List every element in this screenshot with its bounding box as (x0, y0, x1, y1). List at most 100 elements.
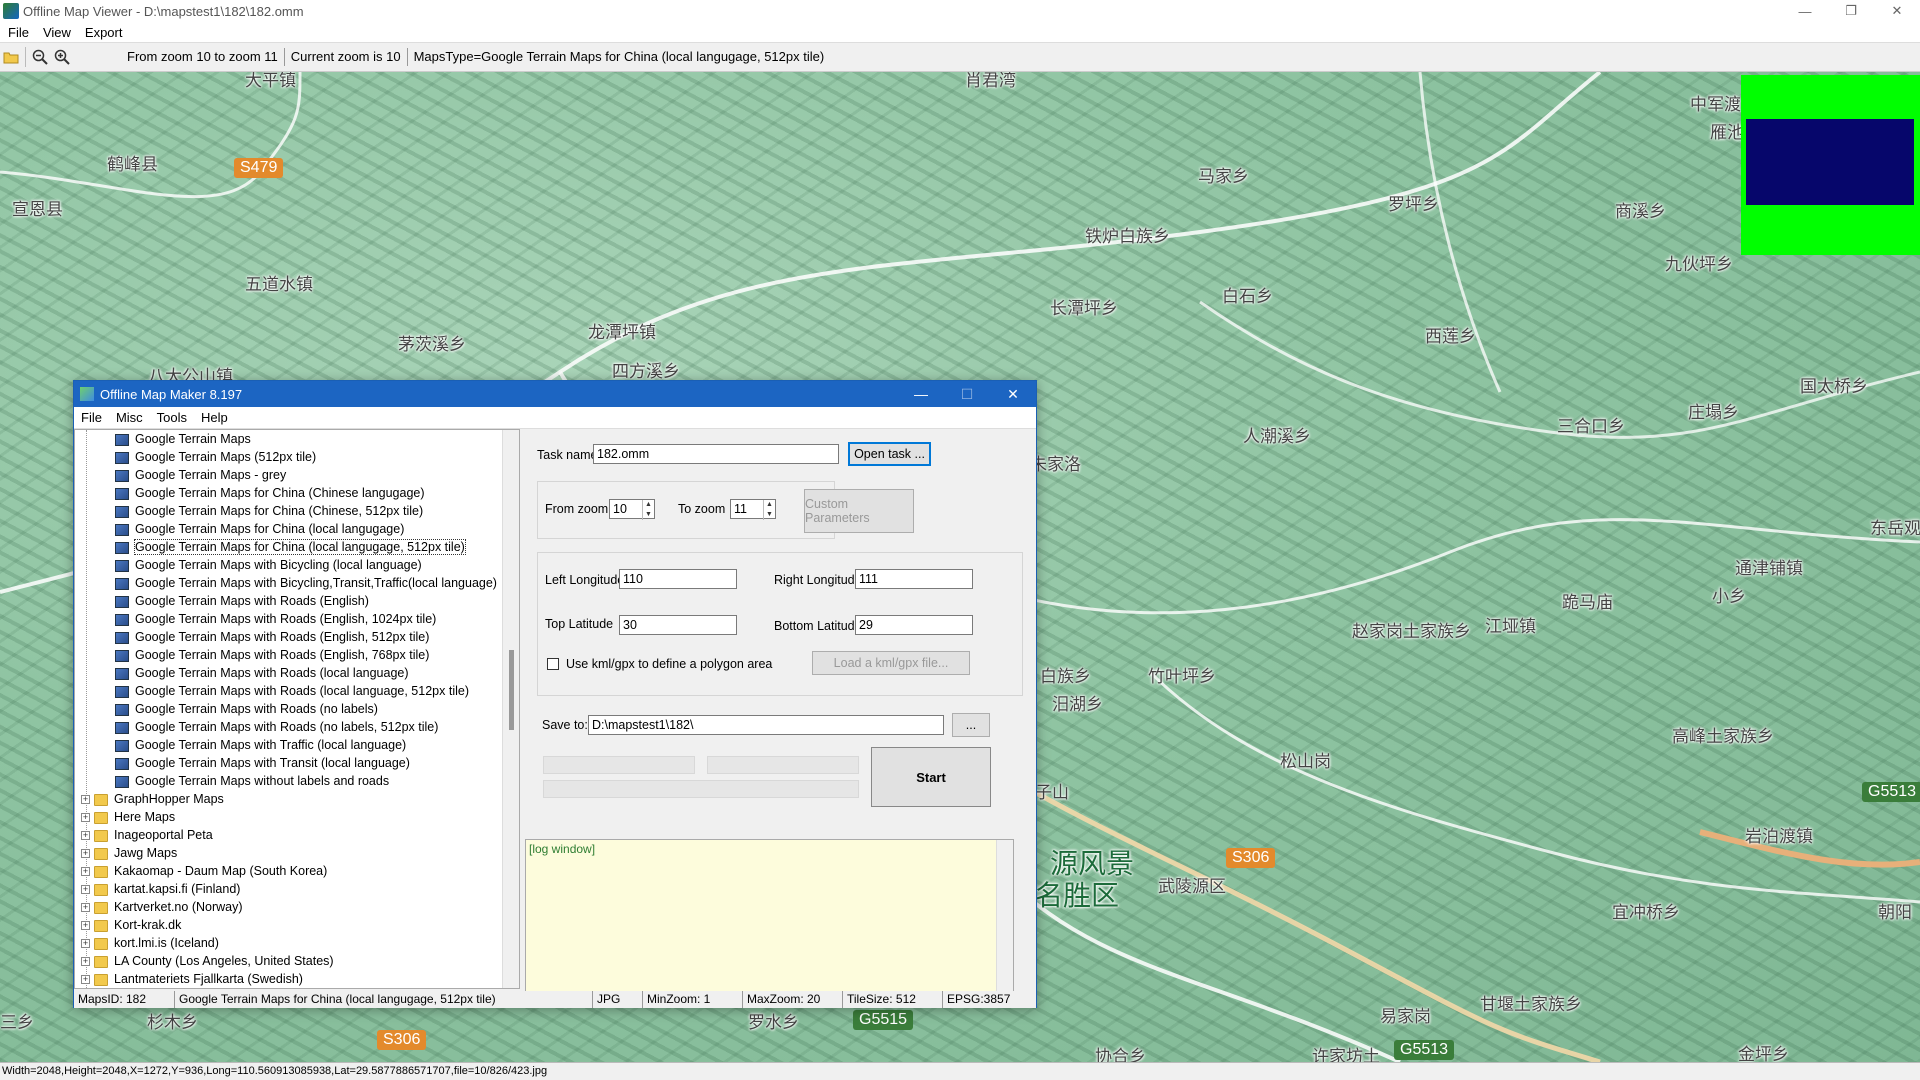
dialog-close-button[interactable]: ✕ (990, 381, 1036, 407)
tree-map-item[interactable]: Google Terrain Maps for China (local lan… (75, 520, 519, 538)
tree-map-item[interactable]: Google Terrain Maps (75, 430, 519, 448)
tree-map-item[interactable]: Google Terrain Maps with Traffic (local … (75, 736, 519, 754)
tree-item-label: Google Terrain Maps with Roads (no label… (135, 702, 378, 716)
tree-folder[interactable]: + GraphHopper Maps (75, 790, 519, 808)
to-zoom-spinner[interactable]: 11 ▲ ▼ (730, 499, 776, 520)
place-label: 人潮溪乡 (1243, 427, 1311, 447)
status-maps-id: MapsID: 182 (74, 991, 175, 1008)
tree-folder[interactable]: + Lantmateriets Fjallkarta (Swedish) (75, 970, 519, 988)
tree-map-item[interactable]: Google Terrain Maps with Roads (no label… (75, 718, 519, 736)
menu-file[interactable]: File (8, 25, 29, 40)
tree-item-label: Google Terrain Maps for China (local lan… (135, 522, 405, 536)
map-status-bar: Width=2048,Height=2048,X=1272,Y=936,Long… (0, 1062, 1920, 1080)
spinner-arrows-icon[interactable]: ▲ ▼ (763, 500, 775, 520)
kml-polygon-label: Use kml/gpx to define a polygon area (566, 657, 773, 671)
dialog-menu-file[interactable]: File (81, 410, 102, 425)
place-label: 小乡 (1712, 587, 1746, 607)
map-tile-icon (115, 757, 129, 770)
status-max-zoom: MaxZoom: 20 (743, 991, 843, 1008)
log-window[interactable]: [log window] (525, 839, 1014, 999)
tree-map-item[interactable]: Google Terrain Maps (512px tile) (75, 448, 519, 466)
map-tile-icon (115, 775, 129, 788)
right-longitude-input[interactable]: 111 (855, 569, 973, 589)
open-folder-icon[interactable] (0, 46, 22, 68)
tree-folder[interactable]: + Kakaomap - Daum Map (South Korea) (75, 862, 519, 880)
dialog-maximize-button[interactable]: ☐ (944, 381, 990, 407)
spinner-arrows-icon[interactable]: ▲ ▼ (642, 500, 654, 520)
from-zoom-spinner[interactable]: 10 ▲ ▼ (609, 499, 655, 520)
tree-folder[interactable]: + Jawg Maps (75, 844, 519, 862)
tree-map-item[interactable]: Google Terrain Maps for China (Chinese, … (75, 502, 519, 520)
zoom-in-icon[interactable] (51, 46, 73, 68)
tree-folder[interactable]: + Kort-krak.dk (75, 916, 519, 934)
folder-icon (94, 937, 108, 950)
dialog-menu-help[interactable]: Help (201, 410, 228, 425)
expand-icon[interactable]: + (81, 831, 90, 841)
tree-item-label: Google Terrain Maps for China (Chinese, … (135, 504, 424, 518)
menu-view[interactable]: View (43, 25, 71, 40)
tree-map-item[interactable]: Google Terrain Maps with Roads (English,… (75, 610, 519, 628)
tree-map-item[interactable]: Google Terrain Maps for China (Chinese l… (75, 484, 519, 502)
dialog-minimize-button[interactable]: — (898, 381, 944, 407)
expand-icon[interactable]: + (81, 849, 90, 859)
start-button[interactable]: Start (871, 747, 991, 807)
restore-button[interactable]: ❐ (1828, 0, 1874, 22)
open-task-button[interactable]: Open task ... (848, 442, 931, 466)
menu-export[interactable]: Export (85, 25, 123, 40)
log-scrollbar[interactable] (996, 840, 1013, 998)
tree-map-item[interactable]: Google Terrain Maps for China (local lan… (75, 538, 519, 556)
expand-icon[interactable]: + (81, 939, 90, 949)
tree-map-item[interactable]: Google Terrain Maps with Bicycling,Trans… (75, 574, 519, 592)
tree-map-item[interactable]: Google Terrain Maps with Roads (English) (75, 592, 519, 610)
expand-icon[interactable]: + (81, 957, 90, 967)
tree-scroll-thumb[interactable] (509, 650, 514, 730)
tree-scrollbar[interactable] (502, 430, 519, 988)
expand-icon[interactable]: + (81, 795, 90, 805)
top-latitude-input[interactable]: 30 (619, 615, 737, 635)
tree-item-label: Google Terrain Maps without labels and r… (135, 774, 390, 788)
expand-icon[interactable]: + (81, 813, 90, 823)
expand-icon[interactable]: + (81, 975, 90, 985)
minimap-viewport[interactable] (1746, 119, 1914, 205)
custom-parameters-button[interactable]: Custom Parameters (804, 489, 914, 533)
tree-folder-label: Here Maps (114, 810, 176, 824)
expand-icon[interactable]: + (81, 921, 90, 931)
tree-map-item[interactable]: Google Terrain Maps with Bicycling (loca… (75, 556, 519, 574)
zoom-out-icon[interactable] (29, 46, 51, 68)
tree-folder[interactable]: + Kartverket.no (Norway) (75, 898, 519, 916)
tree-map-item[interactable]: Google Terrain Maps with Roads (English,… (75, 646, 519, 664)
dialog-menu-tools[interactable]: Tools (157, 410, 187, 425)
load-kml-button[interactable]: Load a kml/gpx file... (812, 651, 970, 675)
tree-folder[interactable]: + kort.lmi.is (Iceland) (75, 934, 519, 952)
expand-icon[interactable]: + (81, 885, 90, 895)
close-button[interactable]: ✕ (1874, 0, 1920, 22)
tree-folder[interactable]: + Inageoportal Peta (75, 826, 519, 844)
maps-tree-view[interactable]: Google Terrain Maps Google Terrain Maps (… (74, 429, 520, 989)
tree-folder[interactable]: + kartat.kapsi.fi (Finland) (75, 880, 519, 898)
tree-map-item[interactable]: Google Terrain Maps with Roads (local la… (75, 682, 519, 700)
expand-icon[interactable]: + (81, 903, 90, 913)
tree-folder[interactable]: + LA County (Los Angeles, United States) (75, 952, 519, 970)
tree-map-item[interactable]: Google Terrain Maps with Roads (English,… (75, 628, 519, 646)
tree-map-item[interactable]: Google Terrain Maps - grey (75, 466, 519, 484)
tree-map-item[interactable]: Google Terrain Maps with Transit (local … (75, 754, 519, 772)
dialog-menu-misc[interactable]: Misc (116, 410, 143, 425)
save-to-input[interactable]: D:\mapstest1\182\ (588, 715, 944, 735)
map-tile-icon (115, 451, 129, 464)
folder-icon (94, 811, 108, 824)
minimize-button[interactable]: — (1782, 0, 1828, 22)
place-label: 跪马庙 (1562, 593, 1613, 613)
map-tile-icon (115, 613, 129, 626)
tree-map-item[interactable]: Google Terrain Maps with Roads (local la… (75, 664, 519, 682)
expand-icon[interactable]: + (81, 867, 90, 877)
browse-button[interactable]: ... (952, 713, 990, 737)
kml-polygon-checkbox[interactable] (547, 658, 559, 670)
place-label: 鹤峰县 (107, 155, 158, 175)
bottom-latitude-input[interactable]: 29 (855, 615, 973, 635)
left-longitude-input[interactable]: 110 (619, 569, 737, 589)
tree-map-item[interactable]: Google Terrain Maps with Roads (no label… (75, 700, 519, 718)
status-min-zoom: MinZoom: 1 (643, 991, 743, 1008)
task-name-input[interactable]: 182.omm (593, 444, 839, 464)
tree-map-item[interactable]: Google Terrain Maps without labels and r… (75, 772, 519, 790)
tree-folder[interactable]: + Here Maps (75, 808, 519, 826)
